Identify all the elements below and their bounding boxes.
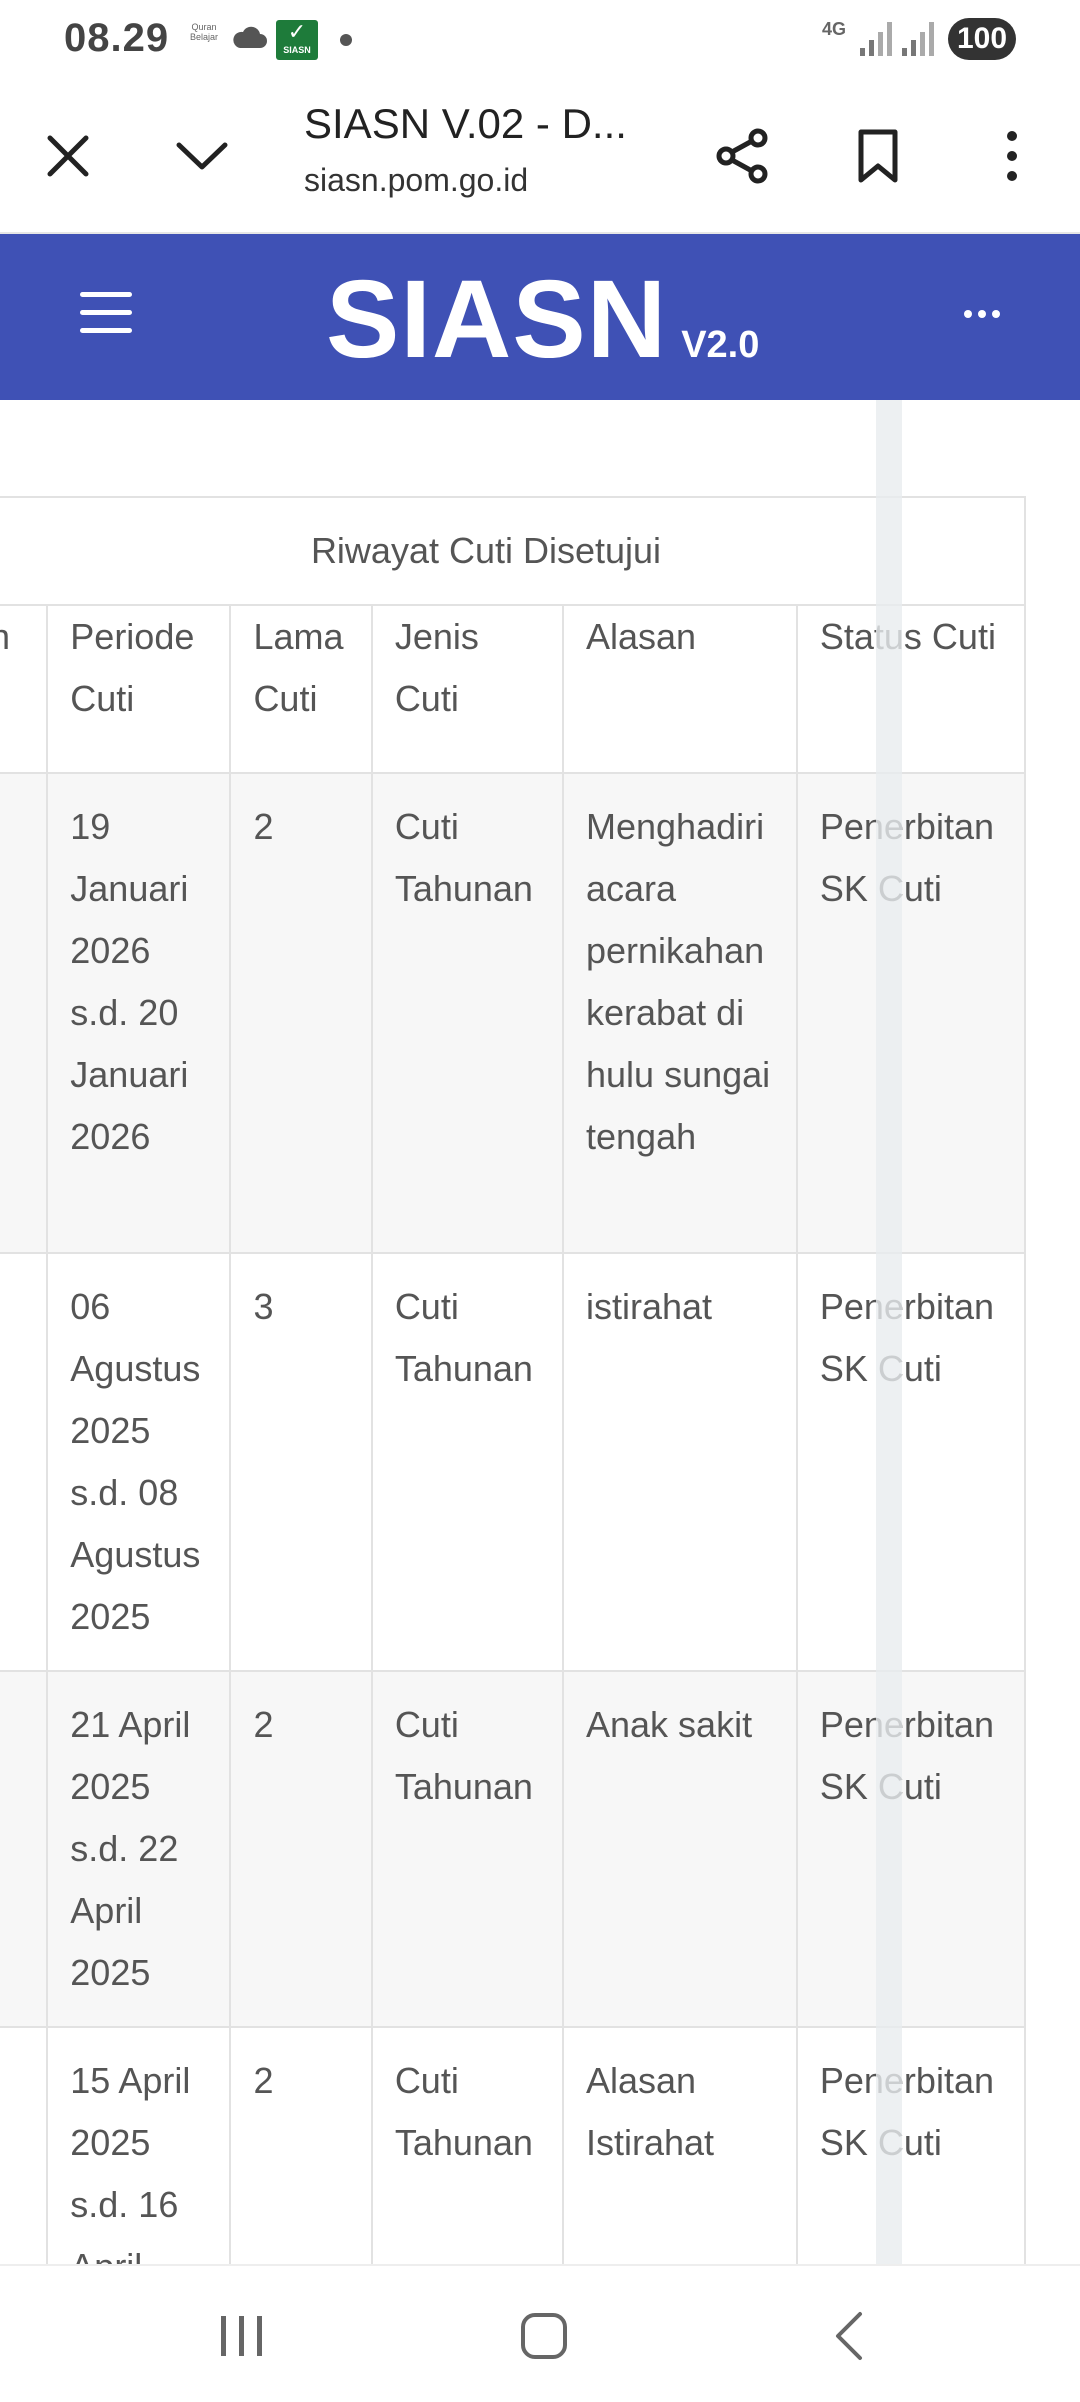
table-cell-status: Penerbitan SK Cuti [795, 1670, 1027, 2028]
table-cell-periode: 15 April 2025 s.d. 16 April [46, 2026, 232, 2264]
more-horiz-icon[interactable] [952, 294, 1012, 334]
share-button[interactable] [702, 116, 782, 196]
table-cell-jenis: Cuti Tahunan [370, 1252, 565, 1672]
table-cell-status: Penerbitan SK Cuti [795, 1252, 1027, 1672]
table-cell: 5 [0, 1252, 49, 1672]
siasn-notification-icon: ✓ SIASN [276, 20, 318, 60]
app-logo: SIASN V2.0 [326, 256, 759, 383]
table-caption: Riwayat Cuti Disetujui [0, 496, 1026, 606]
bookmark-icon [858, 129, 898, 183]
more-vert-icon [1007, 131, 1017, 181]
table-cell-jenis: Cuti Tahunan [370, 2026, 565, 2264]
table-cell-lama: 3 [229, 1252, 373, 1672]
table-cell-jenis: Cuti Tahunan [370, 772, 565, 1254]
signal-icon [902, 22, 934, 56]
bookmark-button[interactable] [838, 116, 918, 196]
table-row: 6 19 Januari 2026 s.d. 20 Januari 2026 2… [0, 772, 1027, 1254]
collapse-button[interactable] [162, 116, 242, 196]
back-button[interactable] [808, 2296, 888, 2376]
close-icon [47, 135, 89, 177]
status-time: 08.29 [64, 16, 170, 60]
app-header: SIASN V2.0 [0, 234, 1080, 400]
column-header: un [0, 604, 49, 774]
scrollbar-track[interactable] [876, 400, 902, 2264]
table-cell-periode: 21 April 2025 s.d. 22 April 2025 [46, 1670, 232, 2028]
column-header-periode: Periode Cuti [46, 604, 232, 774]
table-cell-lama: 2 [229, 1670, 373, 2028]
recents-button[interactable] [202, 2296, 282, 2376]
quran-app-notification-icon: Quran Belajar [189, 22, 218, 42]
table-cell-alasan: Menghadiri acara pernikahan kerabat di h… [562, 772, 798, 1254]
table-cell-jenis: Cuti Tahunan [370, 1670, 565, 2028]
home-button[interactable] [504, 2296, 584, 2376]
table-row: 5 06 Agustus 2025 s.d. 08 Agustus 2025 3… [0, 1252, 1027, 1672]
status-bar: 08.29 Quran Belajar ✓ SIASN 4G 100 [0, 0, 1080, 80]
table-cell: 5 [0, 1670, 49, 2028]
share-icon [716, 128, 768, 184]
brand-name: SIASN [326, 258, 668, 381]
leave-history-table: Riwayat Cuti Disetujui un Periode Cuti L… [0, 496, 1027, 2264]
column-header-lama: Lama Cuti [229, 604, 373, 774]
table-cell-alasan: istirahat [562, 1252, 798, 1672]
table-cell-status: Penerbitan SK Cuti [795, 2026, 1027, 2264]
system-nav-bar [0, 2264, 1080, 2402]
cloud-icon [233, 26, 267, 48]
table-cell-periode: 06 Agustus 2025 s.d. 08 Agustus 2025 [46, 1252, 232, 1672]
notification-dot-icon [340, 34, 352, 46]
column-header-status: Status Cuti [795, 604, 1027, 774]
menu-icon[interactable] [80, 292, 140, 342]
home-icon [521, 2313, 567, 2359]
main-content[interactable]: Riwayat Cuti Disetujui un Periode Cuti L… [0, 400, 1080, 2264]
page-url[interactable]: siasn.pom.go.id [304, 162, 528, 199]
table-cell-alasan: Alasan Istirahat [562, 2026, 798, 2264]
table-cell-status: Penerbitan SK Cuti [795, 772, 1027, 1254]
brand-version: V2.0 [681, 324, 760, 366]
back-icon [836, 2312, 862, 2360]
siasn-notification-label: SIASN [283, 45, 311, 55]
battery-icon: 100 [948, 18, 1016, 60]
table-row: 5 15 April 2025 s.d. 16 April 2 Cuti Tah… [0, 2026, 1027, 2264]
column-header-jenis: Jenis Cuti [370, 604, 565, 774]
close-button[interactable] [28, 116, 108, 196]
recents-icon [221, 2316, 262, 2356]
column-header-alasan: Alasan [562, 604, 798, 774]
table-cell: 6 [0, 772, 49, 1254]
browser-toolbar: SIASN V.02 - D... siasn.pom.go.id [0, 80, 1080, 234]
table-cell-alasan: Anak sakit [562, 1670, 798, 2028]
table-cell-periode: 19 Januari 2026 s.d. 20 Januari 2026 [46, 772, 232, 1254]
signal-icon [860, 22, 892, 56]
table-cell-lama: 2 [229, 2026, 373, 2264]
page-title: SIASN V.02 - D... [304, 100, 627, 147]
network-type: 4G [822, 19, 847, 39]
chevron-down-icon [176, 142, 228, 170]
more-options-button[interactable] [972, 116, 1052, 196]
table-cell-lama: 2 [229, 772, 373, 1254]
table-row: 5 21 April 2025 s.d. 22 April 2025 2 Cut… [0, 1670, 1027, 2028]
table-cell: 5 [0, 2026, 49, 2264]
